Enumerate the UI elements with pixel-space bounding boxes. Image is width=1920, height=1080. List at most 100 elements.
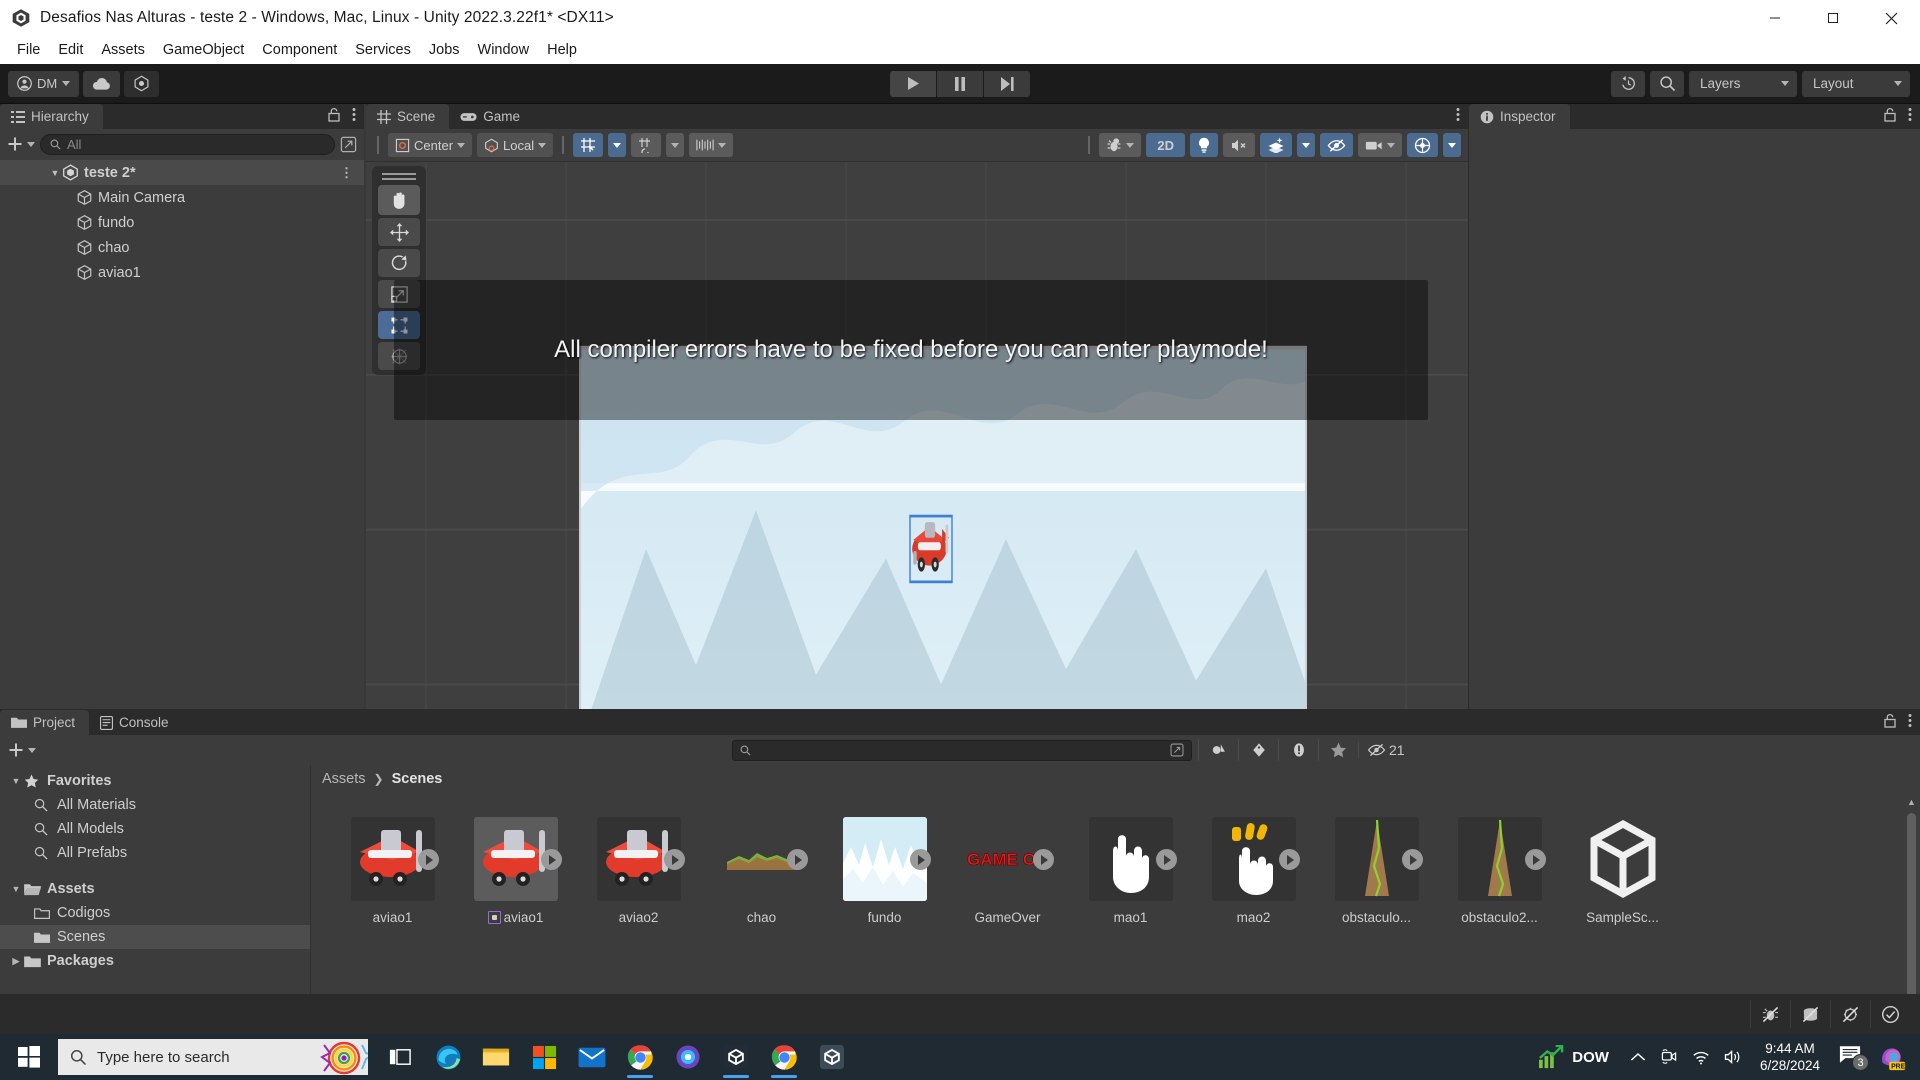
asset-expand-arrow[interactable] xyxy=(540,849,562,870)
scene-lighting-button[interactable] xyxy=(1190,133,1218,157)
asset-expand-arrow[interactable] xyxy=(663,849,685,870)
volume-button[interactable] xyxy=(1717,1049,1750,1065)
menu-assets[interactable]: Assets xyxy=(92,38,154,62)
asset-item[interactable]: GAME OVE GameOver xyxy=(946,811,1069,925)
asset-item[interactable]: obstaculo... xyxy=(1315,811,1438,925)
minimize-button[interactable] xyxy=(1746,0,1804,36)
hierarchy-item-chao[interactable]: chao xyxy=(0,235,364,260)
task-view-button[interactable] xyxy=(376,1034,424,1080)
tree-item-all-prefabs[interactable]: All Prefabs xyxy=(0,841,310,865)
hierarchy-item-fundo[interactable]: fundo xyxy=(0,210,364,235)
chevron-expanded-icon[interactable]: ▼ xyxy=(8,776,24,786)
asset-item[interactable]: aviao1 xyxy=(331,811,454,925)
global-search-button[interactable] xyxy=(1650,70,1684,97)
filter-by-label-button[interactable] xyxy=(1238,739,1278,761)
asset-expand-arrow[interactable] xyxy=(1155,849,1177,870)
asset-expand-arrow[interactable] xyxy=(1032,849,1054,870)
cache-server-button[interactable] xyxy=(1790,1000,1830,1028)
code-optimization-button[interactable] xyxy=(1750,1000,1790,1028)
copilot-button[interactable]: PRE xyxy=(1870,1042,1914,1072)
asset-expand-arrow[interactable] xyxy=(1278,849,1300,870)
asset-item[interactable]: fundo xyxy=(823,811,946,925)
pause-button[interactable] xyxy=(937,70,983,97)
edge-dev-button[interactable] xyxy=(664,1034,712,1080)
grid-snapping-button[interactable] xyxy=(573,133,604,157)
asset-item[interactable]: SampleSc... xyxy=(1561,811,1684,925)
unity-hub-button[interactable] xyxy=(712,1034,760,1080)
scrollbar-thumb[interactable] xyxy=(1907,813,1916,1009)
meet-now-button[interactable] xyxy=(1653,1049,1685,1065)
asset-expand-arrow[interactable] xyxy=(786,849,808,870)
step-button[interactable] xyxy=(984,70,1030,97)
chrome-button[interactable] xyxy=(616,1034,664,1080)
project-add-button[interactable] xyxy=(8,742,36,758)
account-button[interactable]: DM xyxy=(8,70,80,97)
scene-fx-button[interactable] xyxy=(1260,133,1292,157)
gizmos-button[interactable] xyxy=(1407,133,1438,157)
tab-inspector[interactable]: Inspector xyxy=(1469,104,1570,129)
file-explorer-button[interactable] xyxy=(472,1034,520,1080)
auto-generate-lighting-button[interactable] xyxy=(1830,1000,1870,1028)
asset-expand-arrow[interactable] xyxy=(909,849,931,870)
view-2d-button[interactable]: 2D xyxy=(1146,133,1185,157)
panel-menu-icon[interactable] xyxy=(1908,713,1912,728)
asset-expand-arrow[interactable] xyxy=(417,849,439,870)
asset-item[interactable]: chao xyxy=(700,811,823,925)
lock-icon[interactable] xyxy=(1883,713,1897,728)
tab-hierarchy[interactable]: Hierarchy xyxy=(0,104,103,129)
asset-item[interactable]: mao2 xyxy=(1192,811,1315,925)
start-button[interactable] xyxy=(0,1034,58,1080)
close-button[interactable] xyxy=(1862,0,1920,36)
tab-game[interactable]: Game xyxy=(449,104,534,129)
cloud-button[interactable] xyxy=(83,70,121,97)
tree-item-all-models[interactable]: All Models xyxy=(0,817,310,841)
handle-space-dropdown[interactable]: Local xyxy=(477,133,554,157)
asset-item[interactable]: aviao2 xyxy=(577,811,700,925)
tab-console[interactable]: Console xyxy=(89,710,183,735)
panel-menu-icon[interactable] xyxy=(1456,107,1460,122)
hierarchy-scene-row[interactable]: ▼ teste 2* ⋮ xyxy=(0,160,364,185)
hierarchy-expand-icon[interactable] xyxy=(340,136,357,153)
unity-services-button[interactable] xyxy=(124,70,160,97)
scene-fx-dropdown[interactable] xyxy=(1297,133,1315,157)
menu-gameobject[interactable]: GameObject xyxy=(154,38,253,62)
asset-expand-arrow[interactable] xyxy=(1524,849,1546,870)
filter-favorites-button[interactable] xyxy=(1318,739,1358,761)
hierarchy-item-main-camera[interactable]: Main Camera xyxy=(0,185,364,210)
undo-history-button[interactable] xyxy=(1611,70,1645,97)
menu-help[interactable]: Help xyxy=(538,38,586,62)
taskbar-search-input[interactable]: Type here to search xyxy=(58,1039,368,1075)
panel-menu-icon[interactable] xyxy=(1908,107,1912,122)
chevron-collapsed-icon[interactable]: ▶ xyxy=(8,956,24,967)
scene-camera-button[interactable] xyxy=(1358,133,1402,157)
chrome-button-2[interactable] xyxy=(760,1034,808,1080)
breadcrumb-assets[interactable]: Assets xyxy=(322,771,366,787)
project-search-input[interactable] xyxy=(732,739,1192,761)
scroll-up-arrow[interactable]: ▲ xyxy=(1906,795,1917,809)
network-button[interactable] xyxy=(1685,1050,1717,1065)
tree-item-favorites[interactable]: ▼ Favorites xyxy=(0,769,310,793)
snap-increment-dropdown[interactable] xyxy=(666,133,685,157)
microsoft-store-button[interactable] xyxy=(520,1034,568,1080)
chevron-expanded-icon[interactable]: ▼ xyxy=(8,884,24,894)
grid-size-button[interactable] xyxy=(689,133,734,157)
panel-menu-icon[interactable] xyxy=(352,107,356,122)
tree-item-all-materials[interactable]: All Materials xyxy=(0,793,310,817)
grid-snapping-dropdown[interactable] xyxy=(608,133,627,157)
asset-item[interactable]: obstaculo2... xyxy=(1438,811,1561,925)
scene-menu-icon[interactable]: ⋮ xyxy=(340,165,354,181)
unity-editor-button[interactable] xyxy=(808,1034,856,1080)
tab-scene[interactable]: Scene xyxy=(366,104,450,129)
hidden-items-indicator[interactable]: 21 xyxy=(1358,742,1415,758)
hierarchy-search-input[interactable]: All xyxy=(40,133,335,155)
asset-item[interactable]: aviao1 xyxy=(454,811,577,925)
breadcrumb-scenes[interactable]: Scenes xyxy=(392,771,443,787)
edge-app-button[interactable] xyxy=(424,1034,472,1080)
menu-window[interactable]: Window xyxy=(469,38,539,62)
stock-widget[interactable]: DOW xyxy=(1532,1045,1623,1069)
status-ok-indicator[interactable] xyxy=(1870,1000,1910,1028)
layers-dropdown[interactable]: Layers xyxy=(1689,70,1797,97)
search-expand-icon[interactable] xyxy=(1170,743,1184,757)
palette-drag-handle[interactable] xyxy=(382,170,416,182)
asset-item[interactable]: mao1 xyxy=(1069,811,1192,925)
